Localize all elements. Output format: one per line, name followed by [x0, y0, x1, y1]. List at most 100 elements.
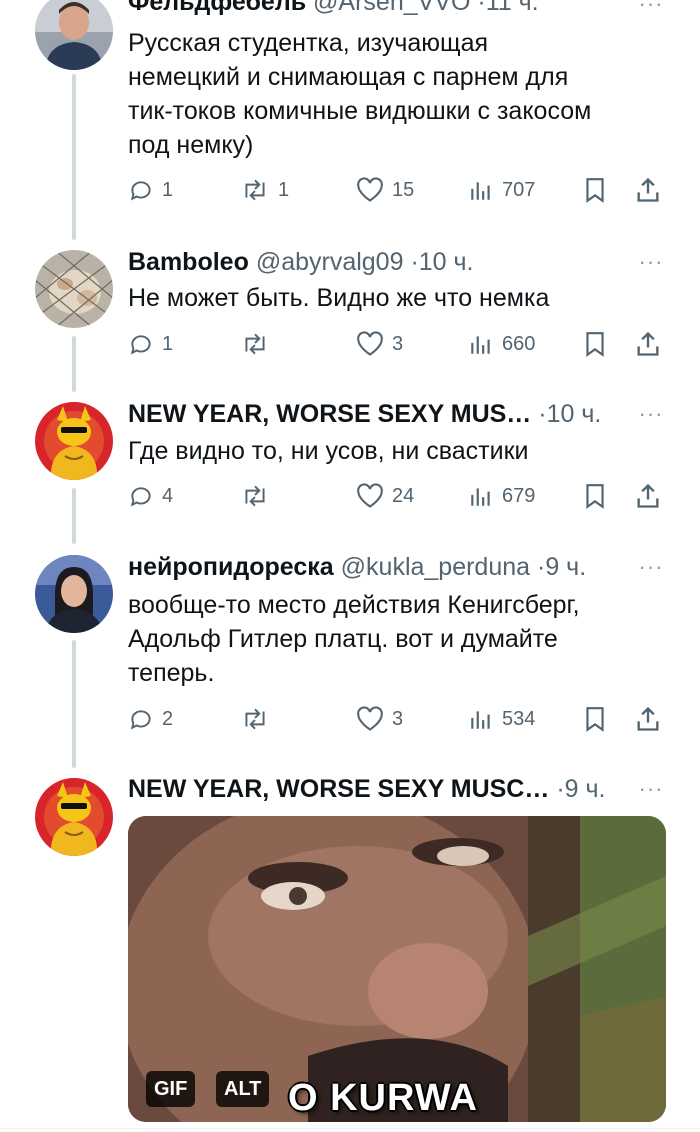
- separator-dot: ·: [477, 0, 486, 16]
- views-button[interactable]: 707: [468, 173, 535, 207]
- more-options-icon[interactable]: ···: [638, 0, 664, 16]
- reply-button[interactable]: 2: [128, 702, 173, 736]
- tweet-actions: 1 1 15 707: [128, 173, 668, 207]
- alt-badge[interactable]: ALT: [216, 1071, 270, 1107]
- username[interactable]: @Arsen_VVO: [313, 0, 477, 16]
- view-count: 679: [502, 484, 536, 507]
- share-button[interactable]: [634, 702, 662, 736]
- views-icon: [471, 711, 490, 729]
- like-count: 3: [392, 332, 404, 355]
- timestamp[interactable]: 10 ч.: [419, 248, 474, 276]
- reply-icon: [130, 710, 151, 730]
- reply-icon: [130, 335, 151, 355]
- tweet-text: вообще-то место действия Кенигсберг, Адо…: [128, 591, 580, 687]
- reply-count: 1: [162, 332, 174, 355]
- bookmark-button[interactable]: [582, 702, 608, 736]
- share-button[interactable]: [634, 173, 662, 207]
- view-count: 660: [502, 332, 536, 355]
- tweet-header: Bamboleo @abyrvalg09 ·10 ч.: [128, 244, 630, 280]
- share-button[interactable]: [634, 479, 662, 513]
- avatar[interactable]: [35, 555, 113, 633]
- retweet-icon: [245, 179, 265, 201]
- tweet-text: Где видно то, ни усов, ни свастики: [128, 437, 529, 465]
- heart-icon: [357, 483, 383, 508]
- username[interactable]: @abyrvalg09: [256, 248, 411, 276]
- avatar[interactable]: [35, 402, 113, 480]
- bookmark-button[interactable]: [582, 327, 608, 361]
- retweet-button[interactable]: [240, 327, 278, 361]
- timestamp[interactable]: 9 ч.: [565, 775, 606, 803]
- display-name[interactable]: NEW YEAR, WORSE SEXY MUS…: [128, 400, 531, 428]
- more-options-icon[interactable]: ···: [638, 250, 664, 274]
- more-options-icon[interactable]: ···: [638, 402, 664, 426]
- display-name[interactable]: Фельдфебель: [128, 0, 306, 16]
- bookmark-icon: [586, 178, 604, 203]
- like-button[interactable]: 24: [356, 479, 414, 513]
- tweet-actions: 2 3 534: [128, 702, 668, 736]
- timestamp[interactable]: 10 ч.: [547, 400, 602, 428]
- reply-button[interactable]: 4: [128, 479, 173, 513]
- bookmark-button[interactable]: [582, 479, 608, 513]
- gif-caption-text: O KURWA: [288, 1077, 478, 1119]
- display-name[interactable]: Bamboleo: [128, 248, 249, 276]
- display-name[interactable]: нейропидореска: [128, 553, 334, 581]
- share-icon: [637, 331, 659, 356]
- reply-count: 1: [162, 178, 174, 201]
- reply-button[interactable]: 1: [128, 327, 173, 361]
- gif-badge[interactable]: GIF: [146, 1071, 196, 1107]
- separator-dot: ·: [556, 775, 565, 803]
- tweet-header: NEW YEAR, WORSE SEXY MUS… ·10 ч.: [128, 396, 630, 432]
- divider: [0, 1128, 700, 1129]
- avatar[interactable]: [35, 778, 113, 856]
- like-count: 3: [392, 707, 404, 730]
- retweet-button[interactable]: [240, 479, 278, 513]
- more-options-icon[interactable]: ···: [638, 777, 664, 801]
- retweet-button[interactable]: 1: [240, 173, 289, 207]
- share-button[interactable]: [634, 327, 662, 361]
- more-options-icon[interactable]: ···: [638, 555, 664, 579]
- timestamp[interactable]: 11 ч.: [486, 0, 539, 16]
- like-button[interactable]: 3: [356, 702, 403, 736]
- retweet-count: 1: [278, 178, 290, 201]
- reply-icon: [130, 181, 151, 201]
- like-count: 24: [392, 484, 415, 507]
- heart-icon: [357, 706, 383, 731]
- avatar[interactable]: [35, 250, 113, 328]
- like-count: 15: [392, 178, 415, 201]
- views-button[interactable]: 679: [468, 479, 535, 513]
- view-count: 707: [502, 178, 536, 201]
- tweet-text: Не может быть. Видно же что немка: [128, 284, 550, 312]
- thread-line: [72, 488, 76, 544]
- heart-icon: [357, 331, 383, 356]
- like-button[interactable]: 3: [356, 327, 403, 361]
- display-name[interactable]: NEW YEAR, WORSE SEXY MUSC…: [128, 775, 549, 803]
- retweet-icon: [245, 708, 265, 730]
- reply-button[interactable]: 1: [128, 173, 173, 207]
- tweet-header: Фельдфебель @Arsen_VVO ·11 ч.: [128, 0, 630, 20]
- reply-count: 4: [162, 484, 174, 507]
- thread-line: [72, 336, 76, 392]
- like-button[interactable]: 15: [356, 173, 414, 207]
- views-icon: [471, 182, 490, 200]
- retweet-icon: [245, 485, 265, 507]
- tweet-header: нейропидореска @kukla_perduna ·9 ч.: [128, 549, 630, 585]
- view-count: 534: [502, 707, 536, 730]
- avatar[interactable]: [35, 0, 113, 70]
- views-button[interactable]: 534: [468, 702, 535, 736]
- retweet-button[interactable]: [240, 702, 278, 736]
- thread-line: [72, 640, 76, 768]
- share-icon: [637, 706, 659, 731]
- bookmark-button[interactable]: [582, 173, 608, 207]
- separator-dot: ·: [538, 400, 547, 428]
- thread-line: [72, 74, 76, 240]
- tweet-actions: 1 3 660: [128, 327, 668, 361]
- username[interactable]: @kukla_perduna: [341, 553, 537, 581]
- bookmark-icon: [586, 707, 604, 732]
- bookmark-icon: [586, 332, 604, 357]
- views-button[interactable]: 660: [468, 327, 535, 361]
- tweet-text: Русская студентка, изучающая немецкий и …: [128, 29, 592, 159]
- tweet-actions: 4 24 679: [128, 479, 668, 513]
- timestamp[interactable]: 9 ч.: [545, 553, 586, 581]
- reply-count: 2: [162, 707, 174, 730]
- share-icon: [637, 177, 659, 202]
